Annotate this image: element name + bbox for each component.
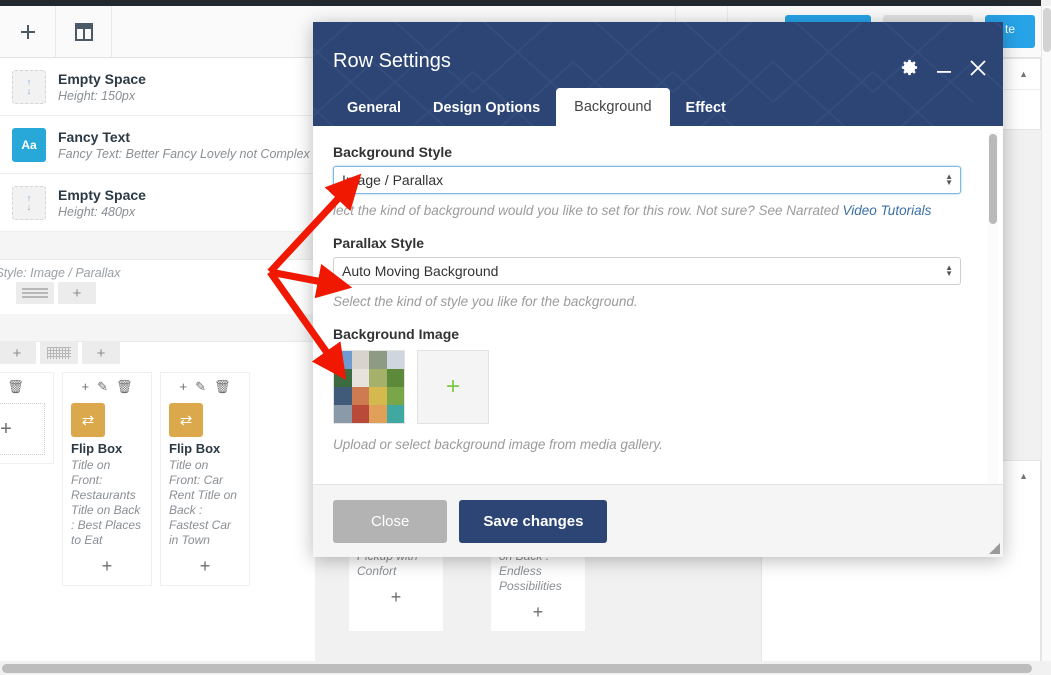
column-grid-button[interactable] [40, 342, 78, 364]
background-image-label: Background Image [333, 326, 460, 342]
background-style-select[interactable]: Image / Parallax ▲ ▼ [333, 166, 961, 194]
modal-body: Background Style Image / Parallax ▲ ▼ lec… [313, 126, 1003, 484]
list-item[interactable]: ✎ 🗑 + [0, 372, 54, 464]
editor-elements-column: ↑ ↓ Empty Space Height: 150px Aa Fancy Te… [0, 58, 359, 661]
background-style-label: Background Style [333, 144, 453, 160]
scrollbar-thumb[interactable] [989, 134, 997, 224]
background-image-help: Upload or select background image from m… [333, 437, 663, 452]
fancy-text-icon: Aa [12, 127, 46, 162]
pencil-icon[interactable]: ✎ [97, 379, 108, 395]
close-icon[interactable] [969, 59, 987, 81]
add-element-button[interactable]: + [71, 556, 143, 577]
plus-icon[interactable]: + [81, 379, 89, 395]
row-divider [0, 314, 315, 342]
save-changes-button[interactable]: Save changes [459, 499, 608, 543]
parallax-style-value: Auto Moving Background [342, 263, 499, 279]
close-button[interactable]: Close [333, 499, 448, 543]
tab-background[interactable]: Background [556, 88, 670, 126]
card-title: Flip Box [169, 441, 221, 456]
modal-header: Row Settings General Design Options Back… [313, 22, 1003, 126]
help-text: lect the kind of background would you li… [333, 203, 843, 218]
modal-header-tools [900, 58, 987, 81]
gear-icon[interactable] [900, 58, 919, 81]
chevron-updown-icon: ▲ ▼ [945, 172, 953, 187]
chevron-updown-icon: ▲ ▼ [945, 263, 953, 278]
flip-box-cards: ✎ 🗑 + + ✎ 🗑 ⇄ Flip Box Title on Front: R… [0, 364, 315, 586]
parallax-style-label: Parallax Style [333, 235, 425, 251]
grid-icon [47, 347, 71, 359]
scrollbar-thumb[interactable] [2, 664, 1032, 673]
row-divider [0, 232, 315, 260]
drop-zone[interactable]: + [0, 403, 45, 455]
empty-space-icon: ↑ ↓ [12, 69, 46, 104]
column-add-button[interactable]: + [82, 342, 120, 364]
minimize-icon[interactable] [935, 59, 953, 81]
background-style-value: Image / Parallax [342, 172, 444, 188]
row-add-button[interactable]: + [58, 282, 96, 304]
element-title: Empty Space [58, 186, 146, 203]
element-subtitle: Height: 480px [58, 204, 136, 219]
empty-space-icon: ↑ ↓ [12, 185, 46, 220]
layout-columns-button[interactable] [56, 6, 112, 57]
card-actions[interactable]: + ✎ 🗑 [169, 379, 241, 395]
row-background-label: round Style: Image / Parallax [0, 266, 121, 280]
modal-tabs: General Design Options Background Effect [331, 88, 742, 126]
trash-icon[interactable]: 🗑 [214, 379, 231, 395]
photo-collage-thumbnail[interactable] [333, 350, 405, 424]
card-actions[interactable]: + ✎ 🗑 [71, 379, 143, 395]
flip-box-icon: ⇄ [169, 403, 203, 437]
card-description: Title on Front: Car Rent Title on Back :… [169, 458, 237, 547]
video-tutorials-link[interactable]: Video Tutorials [843, 203, 932, 218]
collage-grid [334, 351, 404, 423]
row-settings-modal: Row Settings General Design Options Back… [313, 22, 1003, 557]
parallax-style-help: Select the kind of style you like for th… [333, 294, 638, 309]
list-item[interactable]: ↑ ↓ Empty Space Height: 150px [0, 58, 315, 116]
background-image-thumbs: + [333, 350, 981, 424]
add-image-button[interactable]: + [417, 350, 489, 424]
background-style-help: lect the kind of background would you li… [333, 201, 963, 220]
chevron-up-icon[interactable]: ▲ [1019, 471, 1028, 481]
list-item[interactable]: Aa Fancy Text Fancy Text: Better Fancy L… [0, 116, 359, 174]
flip-box-icon: ⇄ [71, 403, 105, 437]
modal-resize-handle[interactable] [989, 543, 1000, 554]
modal-title: Row Settings [333, 50, 451, 72]
card-actions[interactable]: ✎ 🗑 [0, 379, 45, 395]
card-title: Flip Box [71, 441, 123, 456]
plus-icon[interactable]: + [179, 379, 187, 395]
modal-footer: Close Save changes [313, 484, 1003, 557]
list-item[interactable]: + ✎ 🗑 ⇄ Flip Box Title on Front: Car Ren… [160, 372, 250, 586]
chevron-up-icon[interactable]: ▲ [1019, 69, 1028, 79]
add-element-button[interactable]: + [169, 556, 241, 577]
tab-design-options[interactable]: Design Options [417, 90, 556, 126]
element-title: Empty Space [58, 70, 146, 87]
trash-icon[interactable]: 🗑 [7, 379, 24, 395]
element-subtitle: Height: 150px [58, 88, 136, 103]
parallax-style-select[interactable]: Auto Moving Background ▲ ▼ [333, 257, 961, 285]
trash-icon[interactable]: 🗑 [116, 379, 133, 395]
card-description: Title on Front: Restaurants Title on Bac… [71, 458, 142, 547]
column-add-left-button[interactable]: + [0, 342, 36, 364]
page-vertical-scrollbar[interactable] [1041, 6, 1051, 661]
add-element-button[interactable]: + [499, 602, 577, 623]
list-item[interactable]: + ✎ 🗑 ⇄ Flip Box Title on Front: Restaur… [62, 372, 152, 586]
scrollbar-thumb[interactable] [1043, 8, 1051, 52]
tab-effect[interactable]: Effect [670, 90, 742, 126]
tab-general[interactable]: General [331, 90, 417, 126]
pencil-icon[interactable]: ✎ [195, 379, 206, 395]
add-element-button[interactable] [0, 6, 56, 57]
stripes-icon [22, 288, 48, 298]
add-element-button[interactable]: + [357, 587, 435, 608]
page-horizontal-scrollbar[interactable] [0, 661, 1051, 675]
row-layout-button[interactable] [16, 282, 54, 304]
list-item[interactable]: ↑ ↓ Empty Space Height: 480px [0, 174, 315, 232]
